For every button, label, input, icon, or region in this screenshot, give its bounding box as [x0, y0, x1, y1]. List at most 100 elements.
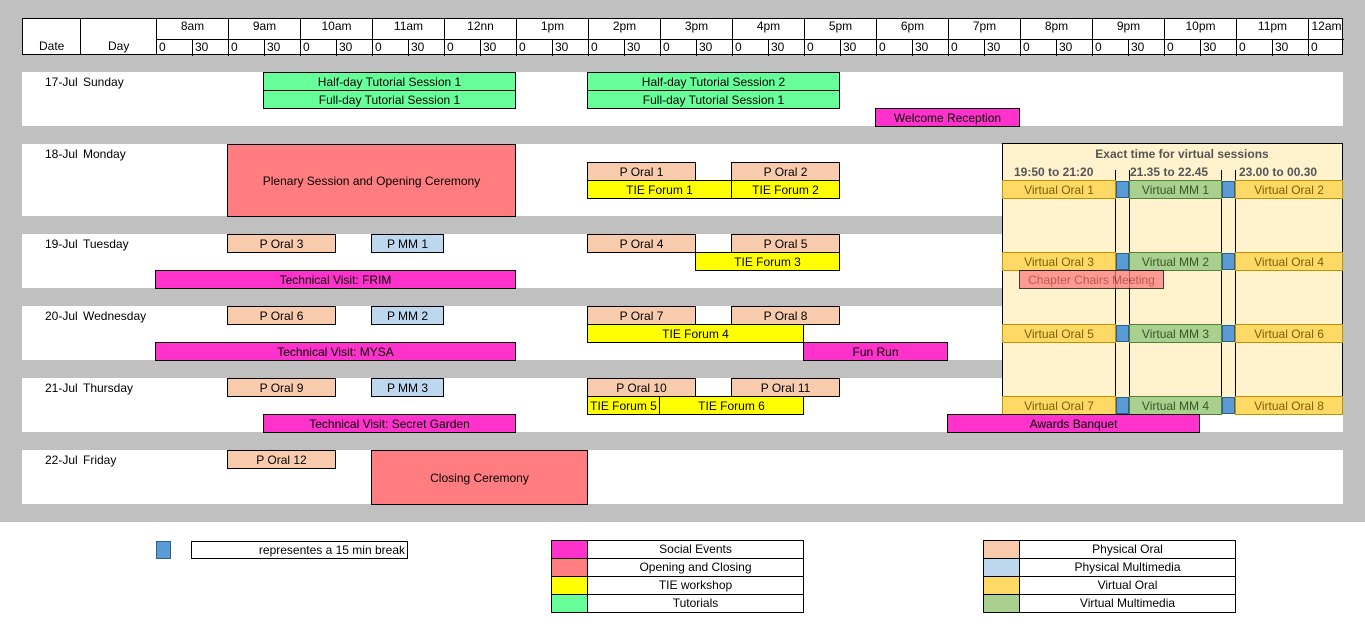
hour-header-cell: 12am — [1311, 19, 1342, 33]
hour-header-cell: 10pm — [1165, 19, 1237, 39]
event-p-oral-1[interactable]: P Oral 1 — [587, 162, 696, 181]
half-hour-cell: 0 — [517, 39, 553, 56]
event-virtual-oral-8[interactable]: Virtual Oral 8 — [1235, 396, 1343, 415]
event-p-oral-6[interactable]: P Oral 6 — [227, 306, 336, 325]
hour-header-cell: 11am — [373, 19, 445, 39]
legend-label-tie: TIE workshop — [587, 576, 804, 595]
half-hour-cell: 0 — [445, 39, 481, 56]
event-plenary-opening[interactable]: Plenary Session and Opening Ceremony — [227, 144, 516, 217]
event-p-oral-2[interactable]: P Oral 2 — [731, 162, 840, 181]
event-virtual-oral-5[interactable]: Virtual Oral 5 — [1002, 324, 1116, 343]
event-virtual-oral-4[interactable]: Virtual Oral 4 — [1235, 252, 1343, 271]
event-virtual-oral-3[interactable]: Virtual Oral 3 — [1002, 252, 1116, 271]
date-wednesday: 20-Jul — [45, 309, 78, 323]
legend-label-physical-mm: Physical Multimedia — [1019, 558, 1236, 577]
virtual-panel-title: Exact time for virtual sessions — [1095, 147, 1269, 161]
half-hour-cell: 0 — [661, 39, 697, 56]
event-fun-run[interactable]: Fun Run — [803, 342, 948, 361]
break-marker — [1222, 325, 1235, 342]
legend-label-virtual-mm: Virtual Multimedia — [1019, 594, 1236, 613]
date-label: Date — [39, 39, 65, 53]
event-tie-forum-6[interactable]: TIE Forum 6 — [659, 396, 804, 415]
event-p-oral-11[interactable]: P Oral 11 — [731, 378, 840, 397]
day-monday: Monday — [83, 147, 126, 161]
event-p-mm-3[interactable]: P MM 3 — [371, 378, 444, 397]
half-hour-cell: 0 — [589, 39, 625, 56]
break-marker — [1222, 397, 1235, 414]
day-label: Day — [108, 39, 130, 53]
event-awards-banquet[interactable]: Awards Banquet — [947, 414, 1200, 433]
event-half-day-tutorial-2[interactable]: Half-day Tutorial Session 2 — [587, 72, 840, 91]
event-tie-forum-5[interactable]: TIE Forum 5 — [587, 396, 660, 415]
legend-label-virtual-oral: Virtual Oral — [1019, 576, 1236, 595]
event-virtual-oral-1[interactable]: Virtual Oral 1 — [1002, 180, 1116, 199]
event-virtual-oral-6[interactable]: Virtual Oral 6 — [1235, 324, 1343, 343]
hour-header-cell: 12nn — [445, 19, 517, 39]
event-p-oral-12[interactable]: P Oral 12 — [227, 450, 336, 469]
event-virtual-mm-1[interactable]: Virtual MM 1 — [1129, 180, 1222, 199]
event-p-mm-2[interactable]: P MM 2 — [371, 306, 444, 325]
legend-swatch-break — [156, 541, 171, 559]
event-technical-visit-mysa[interactable]: Technical Visit: MYSA — [155, 342, 516, 361]
event-tie-forum-3[interactable]: TIE Forum 3 — [695, 252, 840, 271]
event-tie-forum-1[interactable]: TIE Forum 1 — [587, 180, 732, 199]
event-welcome-reception[interactable]: Welcome Reception — [875, 108, 1020, 127]
hour-header-cell: 7pm — [949, 19, 1021, 39]
event-p-mm-1[interactable]: P MM 1 — [371, 234, 444, 253]
day-column-header: Day — [81, 19, 157, 54]
timeline-header: Date Day 8am 0 30 9am 0 30 10am 0 30 11am 0 30 12nn 0… — [22, 18, 1344, 56]
hour-header-cell: 5pm — [805, 19, 877, 39]
virtual-divider-2 — [1129, 170, 1130, 413]
day-sunday: Sunday — [83, 75, 124, 89]
hour-header-cell: 11pm — [1237, 19, 1309, 39]
event-p-oral-10[interactable]: P Oral 10 — [587, 378, 696, 397]
event-virtual-mm-2[interactable]: Virtual MM 2 — [1129, 252, 1222, 271]
break-marker — [1116, 253, 1129, 270]
date-tuesday: 19-Jul — [45, 237, 78, 251]
half-hour-cell: 30 — [1129, 39, 1165, 56]
event-closing-ceremony[interactable]: Closing Ceremony — [371, 450, 588, 505]
legend-label-tutorials: Tutorials — [587, 594, 804, 613]
half-hour-cell: 0 — [373, 39, 409, 56]
half-hour-cell: 0 — [1093, 39, 1129, 56]
virtual-slot-2-time: 21.35 to 22.45 — [1130, 165, 1209, 179]
event-p-oral-8[interactable]: P Oral 8 — [731, 306, 840, 325]
event-virtual-mm-3[interactable]: Virtual MM 3 — [1129, 324, 1222, 343]
hour-header-cell: 2pm — [589, 19, 661, 39]
event-technical-visit-secret-garden[interactable]: Technical Visit: Secret Garden — [263, 414, 516, 433]
event-virtual-oral-7[interactable]: Virtual Oral 7 — [1002, 396, 1116, 415]
event-technical-visit-frim[interactable]: Technical Visit: FRIM — [155, 270, 516, 289]
hour-header-cell: 9am — [229, 19, 301, 39]
half-hour-cell: 0 — [157, 39, 193, 56]
half-hour-cell: 30 — [337, 39, 373, 56]
legend-swatch-physical-oral — [983, 540, 1020, 559]
break-marker — [1222, 253, 1235, 270]
event-chapter-chairs-meeting[interactable]: Chapter Chairs Meeting — [1019, 270, 1164, 289]
event-half-day-tutorial-1[interactable]: Half-day Tutorial Session 1 — [263, 72, 516, 91]
event-full-day-tutorial-1-pm[interactable]: Full-day Tutorial Session 1 — [587, 90, 840, 109]
event-p-oral-4[interactable]: P Oral 4 — [587, 234, 696, 253]
half-hour-cell: 0 — [805, 39, 841, 56]
half-hour-cell: 0 — [301, 39, 337, 56]
half-hour-cell: 30 — [193, 39, 229, 56]
half-hour-cell: 0 — [1309, 39, 1344, 56]
event-p-oral-3[interactable]: P Oral 3 — [227, 234, 336, 253]
break-marker — [1116, 325, 1129, 342]
half-hour-cell: 30 — [985, 39, 1021, 56]
hour-header-cell: 8pm — [1021, 19, 1093, 39]
event-tie-forum-2[interactable]: TIE Forum 2 — [731, 180, 840, 199]
half-hour-cell: 30 — [1201, 39, 1237, 56]
half-hour-cell: 0 — [1165, 39, 1201, 56]
break-marker — [1222, 181, 1235, 198]
event-tie-forum-4[interactable]: TIE Forum 4 — [587, 324, 804, 343]
half-hour-cell: 30 — [913, 39, 949, 56]
event-virtual-oral-2[interactable]: Virtual Oral 2 — [1235, 180, 1343, 199]
event-p-oral-5[interactable]: P Oral 5 — [731, 234, 840, 253]
break-marker — [1116, 397, 1129, 414]
day-tuesday: Tuesday — [83, 237, 129, 251]
event-p-oral-7[interactable]: P Oral 7 — [587, 306, 696, 325]
event-full-day-tutorial-1-am[interactable]: Full-day Tutorial Session 1 — [263, 90, 516, 109]
event-virtual-mm-4[interactable]: Virtual MM 4 — [1129, 396, 1222, 415]
event-p-oral-9[interactable]: P Oral 9 — [227, 378, 336, 397]
legend-label-opening: Opening and Closing — [587, 558, 804, 577]
